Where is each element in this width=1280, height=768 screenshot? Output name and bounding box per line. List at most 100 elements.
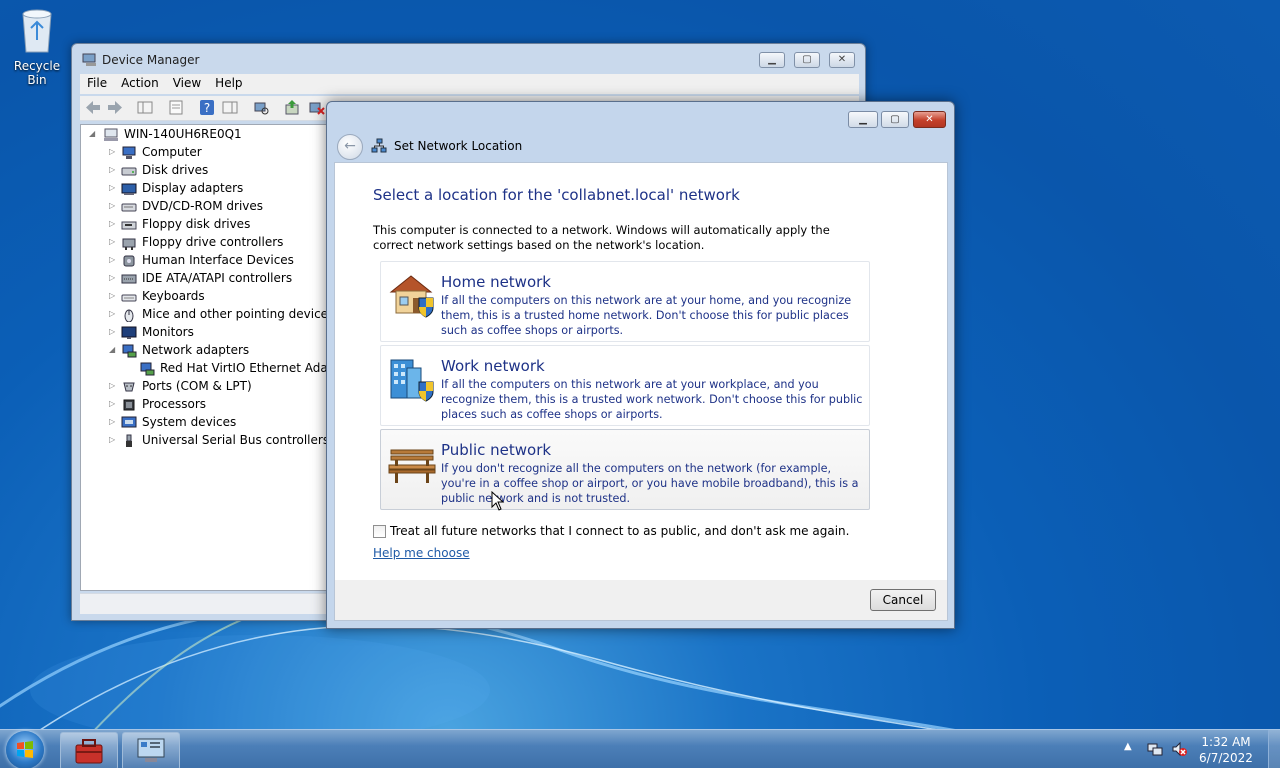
home-network-description: If all the computers on this network are… — [441, 294, 852, 337]
expand-arrow-icon[interactable]: ▷ — [109, 327, 117, 336]
expand-arrow-icon[interactable]: ▷ — [109, 309, 117, 318]
show-hide-tree-icon[interactable] — [136, 99, 154, 116]
collapse-arrow-icon[interactable]: ◢ — [109, 345, 117, 354]
close-button[interactable]: ✕ — [829, 52, 855, 68]
uninstall-icon[interactable] — [308, 99, 326, 116]
work-network-option[interactable]: Work network If all the computers on thi… — [380, 345, 870, 426]
expand-arrow-icon[interactable]: ▷ — [109, 273, 117, 282]
home-network-option[interactable]: Home network If all the computers on thi… — [380, 261, 870, 342]
expand-arrow-icon[interactable]: ▷ — [109, 165, 117, 174]
tree-item-label: Monitors — [142, 325, 194, 339]
park-bench-icon — [388, 449, 436, 483]
expand-arrow-icon[interactable]: ▷ — [109, 417, 117, 426]
tree-item-label: Universal Serial Bus controllers — [142, 433, 328, 447]
network-icon — [371, 138, 387, 153]
expand-arrow-icon[interactable]: ▷ — [109, 291, 117, 300]
device-manager-title: Device Manager — [102, 53, 200, 67]
tree-root-label: WIN-140UH6RE0Q1 — [124, 127, 242, 141]
taskbar-server-manager[interactable] — [60, 732, 118, 768]
tree-item-label: Red Hat VirtIO Ethernet Adapter — [160, 361, 328, 375]
ide-icon — [121, 274, 137, 284]
system-clock[interactable]: 1:32 AM 6/7/2022 — [1186, 734, 1266, 766]
dialog-footer: Cancel — [334, 580, 948, 621]
recycle-bin[interactable]: Recycle Bin — [4, 6, 70, 87]
dialog-title: Set Network Location — [394, 139, 523, 153]
dialog-minimize-button[interactable]: ▁ — [848, 111, 878, 128]
action-pane-icon[interactable] — [221, 99, 239, 116]
properties-icon[interactable] — [167, 99, 185, 116]
usb-icon — [126, 434, 132, 447]
port-icon — [123, 382, 135, 392]
tree-item-label: Display adapters — [142, 181, 244, 195]
home-network-title: Home network — [441, 273, 551, 291]
disk-drive-icon — [121, 167, 137, 176]
set-network-location-dialog: ▁ ▢ ✕ ← Set Network Location Select a lo… — [326, 101, 955, 629]
network-card-icon — [140, 362, 155, 376]
scan-hardware-icon[interactable] — [252, 99, 270, 116]
device-manager-icon — [82, 53, 96, 66]
back-button[interactable]: ← — [337, 134, 363, 160]
dialog-content: Select a location for the 'collabnet.loc… — [334, 162, 948, 582]
show-desktop-button[interactable] — [1268, 730, 1280, 768]
public-network-option[interactable]: Public network If you don't recognize al… — [380, 429, 870, 510]
recycle-bin-icon — [22, 9, 52, 53]
start-button[interactable] — [6, 731, 44, 768]
dialog-heading: Select a location for the 'collabnet.loc… — [373, 186, 740, 204]
network-tray-icon[interactable] — [1147, 741, 1163, 757]
taskbar-device-manager[interactable] — [122, 732, 180, 768]
menu-bar: File Action View Help — [80, 74, 859, 94]
work-network-title: Work network — [441, 357, 545, 375]
menu-action[interactable]: Action — [114, 74, 166, 92]
expand-arrow-icon[interactable]: ▷ — [109, 255, 117, 264]
show-hidden-icons-icon[interactable]: ▲ — [1124, 741, 1140, 757]
expand-arrow-icon[interactable]: ▷ — [109, 201, 117, 210]
expand-arrow-icon[interactable]: ▷ — [109, 183, 117, 192]
work-network-description: If all the computers on this network are… — [441, 378, 863, 421]
expand-arrow-icon[interactable]: ▷ — [109, 237, 117, 246]
mouse-icon — [124, 309, 134, 322]
hid-icon — [123, 255, 135, 267]
tree-item-label: Processors — [142, 397, 207, 411]
device-manager-titlebar[interactable]: Device Manager ▁ ▢ ✕ — [72, 44, 865, 72]
dialog-intro: This computer is connected to a network.… — [373, 223, 830, 252]
computer-icon — [122, 146, 136, 159]
menu-file[interactable]: File — [80, 74, 114, 92]
expand-arrow-icon[interactable]: ▷ — [109, 381, 117, 390]
controller-icon — [122, 238, 136, 250]
expand-arrow-icon[interactable]: ▷ — [109, 147, 117, 156]
expand-arrow-icon[interactable]: ▷ — [109, 435, 117, 444]
tree-item-label: IDE ATA/ATAPI controllers — [142, 271, 293, 285]
help-me-choose-link[interactable]: Help me choose — [373, 546, 470, 560]
cancel-button[interactable]: Cancel — [870, 589, 936, 611]
maximize-button[interactable]: ▢ — [794, 52, 820, 68]
collapse-arrow-icon[interactable]: ◢ — [89, 129, 97, 138]
clock-time: 1:32 AM — [1201, 735, 1251, 749]
keyboard-icon — [121, 294, 137, 302]
volume-muted-icon[interactable] — [1171, 741, 1187, 757]
treat-public-checkbox-label[interactable]: Treat all future networks that I connect… — [390, 524, 849, 538]
tree-item-label: DVD/CD-ROM drives — [142, 199, 264, 213]
svg-text:?: ? — [204, 101, 210, 115]
display-adapter-icon — [121, 183, 137, 195]
device-manager-taskbar-icon — [137, 738, 165, 762]
tree-item-label: Computer — [142, 145, 202, 159]
processor-icon — [123, 399, 135, 411]
taskbar: ▲ 1:32 AM 6/7/2022 — [0, 729, 1280, 768]
back-arrow-icon[interactable] — [84, 99, 102, 116]
minimize-button[interactable]: ▁ — [759, 52, 785, 68]
network-adapter-icon — [122, 344, 137, 358]
tree-item-label: Network adapters — [142, 343, 250, 357]
dialog-maximize-button[interactable]: ▢ — [881, 111, 909, 128]
expand-arrow-icon[interactable]: ▷ — [109, 399, 117, 408]
forward-arrow-icon[interactable] — [106, 99, 124, 116]
treat-public-checkbox[interactable] — [373, 525, 386, 538]
mouse-cursor-icon — [491, 491, 505, 511]
menu-view[interactable]: View — [166, 74, 208, 92]
back-arrow-icon: ← — [344, 138, 356, 154]
menu-help[interactable]: Help — [208, 74, 249, 92]
expand-arrow-icon[interactable]: ▷ — [109, 219, 117, 228]
system-device-icon — [121, 416, 137, 428]
help-icon[interactable]: ? — [198, 99, 216, 116]
update-driver-icon[interactable] — [283, 99, 301, 116]
dialog-close-button[interactable]: ✕ — [913, 111, 946, 128]
